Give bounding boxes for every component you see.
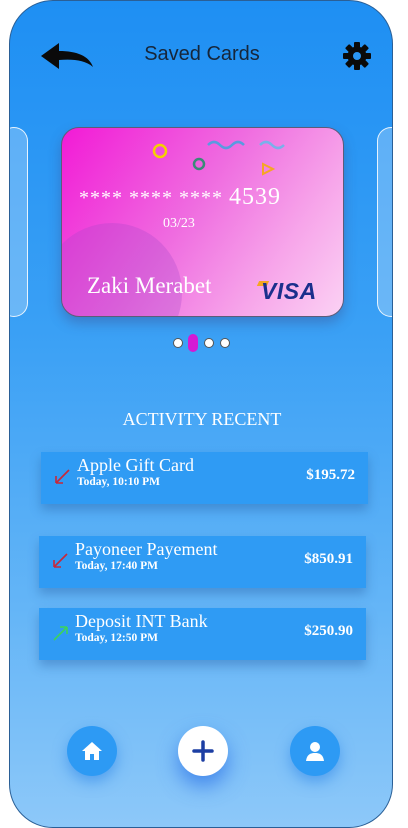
activity-time: Today, 10:10 PM [77,476,160,488]
card-brand-logo: VISA [261,278,317,304]
card-number: **** **** **** 4539 [79,184,281,211]
carousel-dot[interactable] [173,338,183,348]
activity-time: Today, 12:50 PM [75,632,158,644]
card-decoration [62,223,182,316]
user-icon [306,742,324,761]
arrow-down-left-icon [55,469,70,484]
carousel-dot-active[interactable] [188,334,198,352]
home-icon [82,742,102,760]
activity-name: Payoneer Payement [75,539,218,559]
carousel-dot[interactable] [220,338,230,348]
top-bar: Saved Cards [10,1,392,111]
add-card-button[interactable] [178,726,228,776]
previous-card-peek[interactable] [10,127,28,317]
plus-icon [192,740,214,762]
settings-button[interactable] [342,41,372,71]
activity-time: Today, 17:40 PM [75,560,158,572]
activity-row[interactable]: Payoneer Payement Today, 17:40 PM $850.9… [39,536,366,588]
activity-name: Apple Gift Card [77,455,194,475]
card-number-last-digits: 4539 [229,184,281,210]
profile-button[interactable] [290,726,340,776]
activity-row[interactable]: Apple Gift Card Today, 10:10 PM $195.72 [41,452,368,504]
page-title: Saved Cards [144,43,260,65]
gear-icon [343,42,371,70]
activity-name: Deposit INT Bank [75,611,208,631]
card-holder-name: Zaki Merabet [87,273,212,298]
next-card-peek[interactable] [377,127,392,317]
home-button[interactable] [67,726,117,776]
carousel-indicator [173,334,243,352]
arrow-up-right-icon [53,626,68,641]
activity-amount: $850.91 [304,551,353,567]
card-number-masked: **** **** **** [79,187,223,209]
card-confetti-decoration [152,140,285,176]
card-expiry: 03/23 [163,216,195,231]
activity-amount: $250.90 [304,623,353,639]
activity-section-title: ACTIVITY RECENT [122,409,282,429]
arrow-down-left-icon [53,553,68,568]
phone-frame: Saved Cards **** **** **** 4539 03/23 Za… [9,0,393,828]
carousel-dot[interactable] [204,338,214,348]
activity-row[interactable]: Deposit INT Bank Today, 12:50 PM $250.90 [39,608,366,660]
activity-amount: $195.72 [306,467,355,483]
credit-card[interactable]: **** **** **** 4539 03/23 Zaki Merabet V… [61,127,344,317]
